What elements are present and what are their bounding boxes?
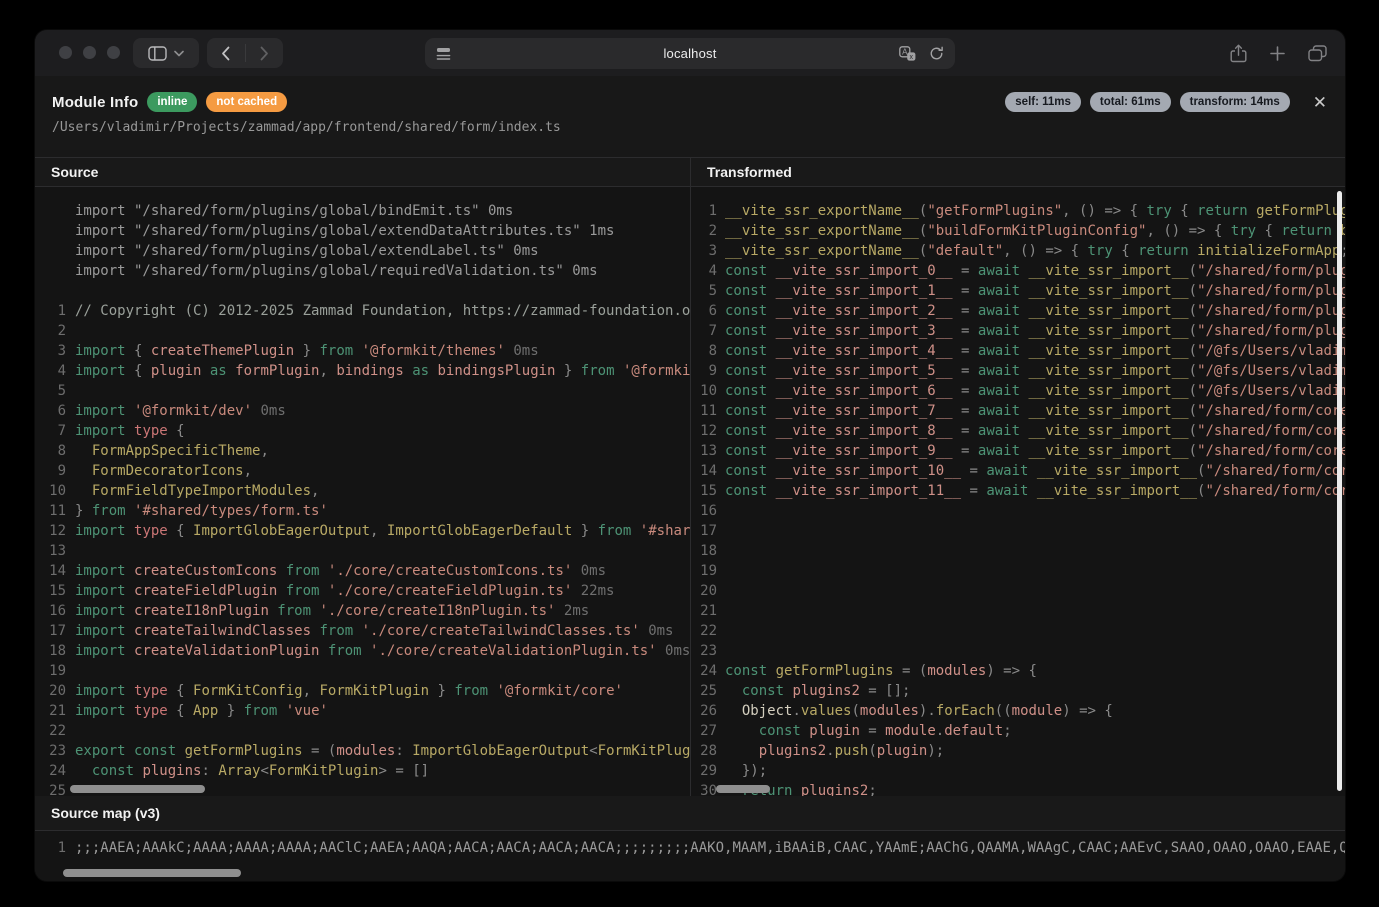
- share-icon: [1230, 44, 1247, 63]
- nav-buttons: [207, 38, 283, 68]
- transformed-horizontal-scrollbar[interactable]: [716, 785, 770, 793]
- share-button[interactable]: [1230, 44, 1247, 63]
- translate-icon[interactable]: Ax: [899, 46, 916, 61]
- transformed-code: 1__vite_ssr_exportName__("getFormPlugins…: [691, 187, 1345, 796]
- source-code: import "/shared/form/plugins/global/bind…: [35, 187, 690, 796]
- sidebar-toggle-button[interactable]: [133, 38, 199, 68]
- traffic-light-close[interactable]: [59, 46, 72, 59]
- url-text[interactable]: localhost: [425, 46, 955, 61]
- svg-text:x: x: [910, 54, 914, 61]
- sourcemap-horizontal-scrollbar[interactable]: [63, 869, 241, 877]
- source-panel: Source import "/shared/form/plugins/glob…: [35, 158, 691, 796]
- close-icon[interactable]: ✕: [1313, 94, 1327, 111]
- address-bar[interactable]: localhost Ax: [425, 38, 955, 69]
- timing-self: self: 11ms: [1005, 92, 1081, 112]
- forward-icon: [260, 46, 269, 61]
- source-panel-title: Source: [35, 158, 690, 187]
- back-button[interactable]: [207, 38, 245, 68]
- reload-icon[interactable]: [929, 46, 944, 61]
- sidebar-icon: [148, 46, 167, 61]
- tab-overview-button[interactable]: [1308, 45, 1327, 62]
- module-info-header: Module Info inline not cached self: 11ms…: [35, 76, 1345, 157]
- traffic-lights: [59, 46, 120, 59]
- transformed-vertical-scrollbar[interactable]: [1337, 191, 1342, 791]
- traffic-light-minimize[interactable]: [83, 46, 96, 59]
- page-format-icon[interactable]: [436, 47, 451, 60]
- timing-total: total: 61ms: [1090, 92, 1171, 112]
- desktop-background: localhost Ax: [0, 0, 1379, 907]
- transformed-panel: Transformed 1__vite_ssr_exportName__("ge…: [691, 158, 1345, 796]
- forward-button[interactable]: [246, 38, 284, 68]
- module-file-path: /Users/vladimir/Projects/zammad/app/fron…: [35, 112, 1345, 135]
- plus-icon: [1270, 46, 1285, 61]
- page-title: Module Info: [52, 94, 138, 111]
- new-tab-button[interactable]: [1270, 46, 1285, 61]
- tabs-overview-icon: [1308, 45, 1327, 62]
- browser-window: localhost Ax: [35, 30, 1345, 881]
- sourcemap-section: Source map (v3) 1;;;AAEA;AAAkC;AAAA;AAAA…: [35, 796, 1345, 881]
- traffic-light-zoom[interactable]: [107, 46, 120, 59]
- badge-inline: inline: [147, 92, 197, 112]
- transformed-panel-title: Transformed: [691, 158, 1345, 187]
- sourcemap-title: Source map (v3): [35, 796, 1345, 831]
- browser-titlebar: localhost Ax: [35, 30, 1345, 76]
- timing-transform: transform: 14ms: [1180, 92, 1290, 112]
- titlebar-right-buttons: [1230, 38, 1327, 68]
- back-icon: [221, 46, 230, 61]
- code-panels: Source import "/shared/form/plugins/glob…: [35, 157, 1345, 797]
- badge-not-cached: not cached: [206, 92, 287, 112]
- source-horizontal-scrollbar[interactable]: [70, 785, 205, 793]
- chevron-down-icon: [174, 50, 184, 57]
